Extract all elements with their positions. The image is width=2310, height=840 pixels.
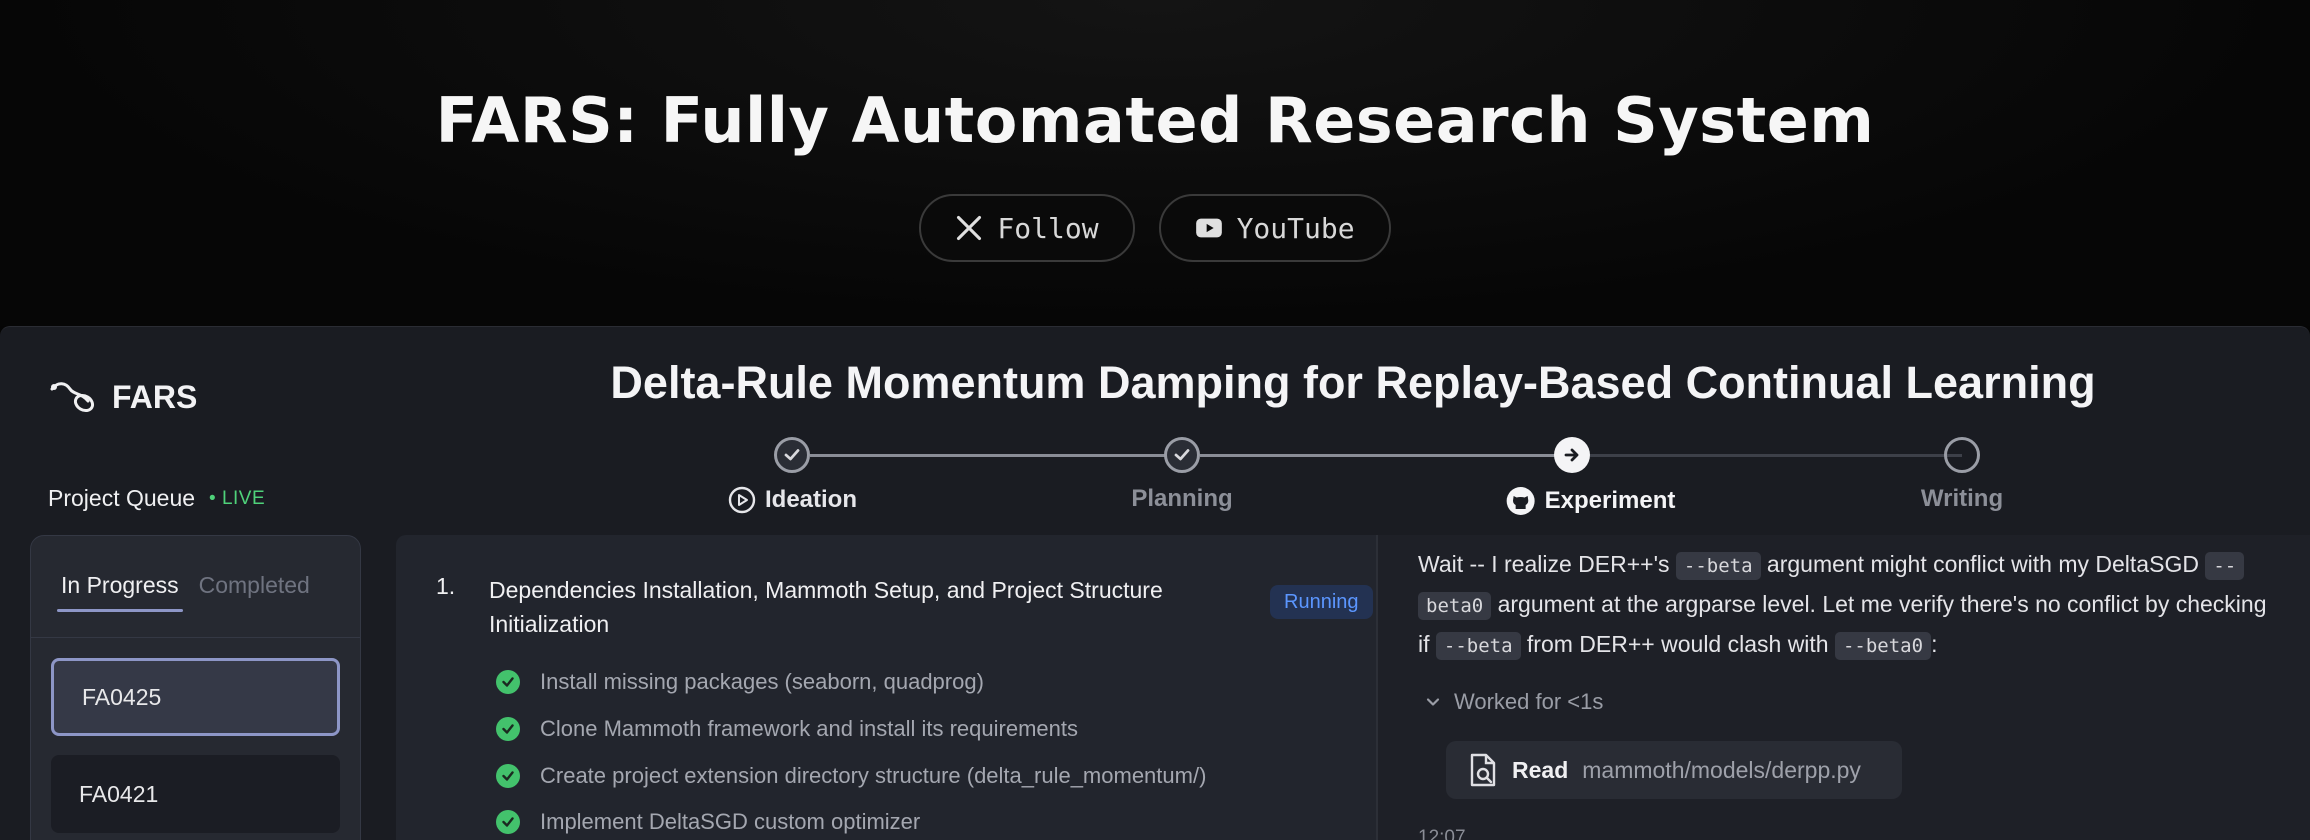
chevron-down-icon	[1426, 698, 1440, 706]
status-badge: Running	[1270, 585, 1373, 619]
hero-section: FARS: Fully Automated Research System Fo…	[0, 0, 2310, 326]
x-logo-icon	[957, 215, 982, 241]
queue-item-id: FA0425	[82, 683, 162, 710]
tool-call-read[interactable]: Read mammoth/models/derpp.py	[1446, 741, 1902, 799]
inline-code: --beta	[1675, 552, 1761, 580]
follow-label: Follow	[997, 211, 1099, 245]
stage-writing-node[interactable]	[1944, 437, 1980, 473]
arrow-right-icon	[1564, 448, 1579, 462]
app-window: FARS Project Queue • LIVE In Progress Co…	[0, 326, 2310, 840]
tool-verb: Read	[1512, 756, 1569, 783]
queue-item-selected[interactable]: FA0425	[51, 658, 340, 736]
stage-label-text: Experiment	[1544, 487, 1676, 514]
message-text: argument might conflict with my DeltaSGD	[1760, 551, 2206, 577]
message-text: from DER++ would clash with	[1520, 631, 1835, 657]
stage-connector	[810, 454, 1182, 457]
social-links: Follow YouTube	[0, 194, 2310, 262]
hero-title: FARS: Fully Automated Research System	[435, 84, 1875, 157]
subtask-text: Create project extension directory struc…	[540, 763, 1207, 788]
subtask-item: Install missing packages (seaborn, quadp…	[496, 669, 984, 695]
check-circle-icon	[496, 670, 520, 694]
follow-button[interactable]: Follow	[919, 194, 1135, 262]
message-timestamp: 12:07	[1418, 827, 1466, 840]
task-title: Dependencies Installation, Mammoth Setup…	[489, 577, 1163, 637]
inline-code: beta0	[1418, 592, 1492, 620]
inline-code: --	[2205, 552, 2245, 580]
message-line: Wait -- I realize DER++'s --beta argumen…	[1418, 545, 2310, 585]
subtask-text: Clone Mammoth framework and install its …	[540, 716, 1078, 741]
stage-label-text: Writing	[1920, 485, 2004, 512]
queue-tabs: In Progress Completed	[31, 536, 360, 638]
play-circle-icon	[728, 486, 756, 514]
stage-connector	[1200, 454, 1572, 457]
worked-duration: Worked for <1s	[1454, 689, 1604, 714]
stage-ideation-node[interactable]	[774, 437, 810, 473]
check-icon	[1174, 449, 1190, 461]
stage-writing-label[interactable]: Writing	[1921, 485, 2003, 513]
message-text: if	[1418, 631, 1436, 657]
check-icon	[784, 449, 800, 461]
project-queue-panel: In Progress Completed FA0425 FA0421	[30, 535, 361, 840]
agent-log-panel: Wait -- I realize DER++'s --beta argumen…	[1376, 535, 2310, 840]
task-panel: 1. Dependencies Installation, Mammoth Se…	[396, 535, 1376, 840]
worked-toggle[interactable]: Worked for <1s	[1424, 689, 1603, 715]
inline-code: --beta	[1435, 632, 1521, 660]
message-text: :	[1931, 631, 1938, 657]
message-line: beta0 argument at the argparse level. Le…	[1418, 585, 2310, 625]
message-line: if --beta from DER++ would clash with --…	[1418, 625, 2310, 665]
subtask-item: Create project extension directory struc…	[496, 763, 1206, 789]
subtask-text: Install missing packages (seaborn, quadp…	[540, 669, 984, 694]
github-icon	[1506, 487, 1535, 515]
check-circle-icon	[496, 810, 520, 834]
stage-experiment-node[interactable]	[1554, 437, 1590, 473]
message-text: Wait -- I realize DER++'s	[1418, 551, 1676, 577]
youtube-button[interactable]: YouTube	[1158, 194, 1391, 262]
youtube-label: YouTube	[1236, 211, 1355, 245]
agent-message: Wait -- I realize DER++'s --beta argumen…	[1418, 545, 2310, 665]
stage-planning-node[interactable]	[1164, 437, 1200, 473]
queue-item-id: FA0421	[79, 780, 159, 807]
queue-item[interactable]: FA0421	[51, 755, 340, 833]
stage-label-text: Planning	[1131, 485, 1233, 512]
subtask-text: Implement DeltaSGD custom optimizer	[540, 809, 921, 834]
subtask-item: Clone Mammoth framework and install its …	[496, 716, 1078, 742]
tool-file-path: mammoth/models/derpp.py	[1582, 756, 1861, 783]
file-search-icon	[1470, 753, 1496, 787]
stage-connector	[1590, 454, 1962, 457]
stage-planning-label[interactable]: Planning	[1131, 485, 1232, 513]
stage-ideation-label[interactable]: Ideation	[727, 485, 857, 515]
youtube-icon	[1195, 218, 1222, 238]
stage-label-text: Ideation	[764, 486, 858, 513]
message-text: argument at the argparse level. Let me v…	[1491, 591, 2267, 617]
tab-in-progress[interactable]: In Progress	[57, 572, 183, 612]
subtask-item: Implement DeltaSGD custom optimizer	[496, 809, 920, 835]
task-number: 1.	[436, 573, 456, 599]
stage-progress: Ideation Planning Experiment Writing	[0, 327, 2310, 537]
inline-code: --beta0	[1834, 632, 1932, 660]
tab-completed[interactable]: Completed	[199, 572, 310, 637]
check-circle-icon	[496, 717, 520, 741]
stage-experiment-label[interactable]: Experiment	[1505, 485, 1676, 517]
check-circle-icon	[496, 764, 520, 788]
